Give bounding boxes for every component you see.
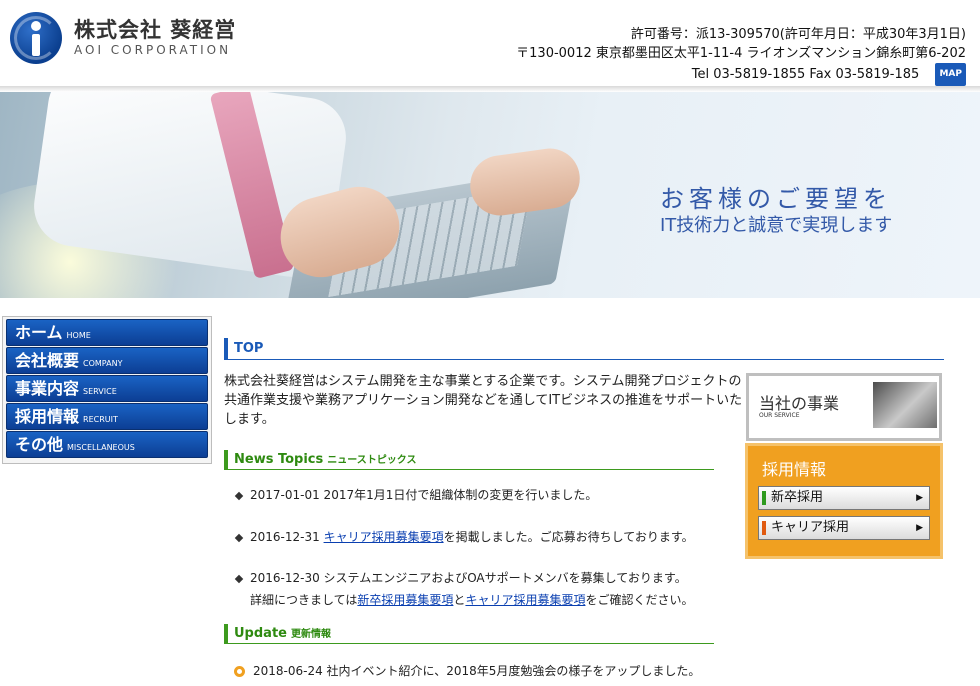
site-header: 株式会社 葵経営 AOI CORPORATION 許可番号：派13-309570… bbox=[0, 0, 980, 88]
career-recruit-link[interactable]: キャリア採用募集要項 bbox=[465, 593, 585, 607]
sidebar-item-label: 事業内容 bbox=[15, 379, 80, 398]
phone-fax: Tel 03-5819-1855 Fax 03-5819-185 MAP bbox=[516, 63, 966, 86]
green-marker-icon bbox=[762, 491, 766, 505]
intro-text: 株式会社葵経営はシステム開発を主な事業とする企業です。システム開発プロジェクトの… bbox=[224, 374, 743, 427]
newgrad-recruit-button[interactable]: 新卒採用 ▶ bbox=[758, 486, 930, 510]
career-recruit-button[interactable]: キャリア採用 ▶ bbox=[758, 516, 930, 540]
sidebar-nav: ホーム HOME 会社概要 COMPANY 事業内容 SERVICE 採用情報 RECR… bbox=[2, 316, 212, 464]
recruit-button-label: キャリア採用 bbox=[771, 520, 850, 535]
update-heading-sub: 更新情報 bbox=[290, 629, 331, 640]
sidebar-item-misc[interactable]: その他 MISCELLANEOUS bbox=[6, 431, 208, 458]
career-recruit-link[interactable]: キャリア採用募集要項 bbox=[324, 530, 444, 544]
sidebar-item-label-en: RECRUIT bbox=[83, 415, 118, 424]
news-text: 詳細につきましては bbox=[250, 593, 358, 607]
company-logo-icon[interactable] bbox=[10, 12, 62, 64]
company-name-en: AOI CORPORATION bbox=[74, 43, 232, 57]
arrow-right-icon: ▶ bbox=[916, 493, 923, 503]
sidebar-item-label: その他 bbox=[15, 435, 64, 454]
license-number: 許可番号：派13-309570(許可年月日：平成30年3月1日) bbox=[630, 27, 966, 42]
map-button[interactable]: MAP bbox=[935, 63, 966, 86]
sidebar-item-service[interactable]: 事業内容 SERVICE bbox=[6, 375, 208, 402]
sidebar-item-label-en: MISCELLANEOUS bbox=[67, 443, 135, 452]
update-heading-label: Update bbox=[234, 626, 287, 641]
news-item: 2017-01-01 2017年1月1日付で組織体制の変更を行いました。 bbox=[234, 484, 598, 506]
news-heading-sub: ニューストピックス bbox=[327, 455, 417, 466]
ring-bullet-icon bbox=[234, 666, 245, 677]
recruit-title: 採用情報 bbox=[762, 460, 827, 479]
news-text: を掲載しました。ご応募お待ちしております。 bbox=[443, 530, 694, 544]
news-text: と bbox=[453, 593, 466, 607]
page-title: TOP bbox=[224, 338, 944, 360]
news-text: をご確認ください。 bbox=[585, 593, 694, 607]
diamond-bullet-icon bbox=[234, 574, 244, 583]
hero-title: お客様のご要望を bbox=[660, 185, 892, 213]
update-item: 2018-06-24 社内イベント紹介に、2018年5月度勉強会の様子をアップし… bbox=[234, 661, 700, 681]
news-item: 2016-12-30 システムエンジニアおよびOAサポートメンバを募集しておりま… bbox=[234, 567, 694, 611]
sidebar-item-label-en: SERVICE bbox=[83, 387, 117, 396]
sidebar-item-home[interactable]: ホーム HOME bbox=[6, 319, 208, 346]
typing-hands-image bbox=[873, 382, 937, 428]
service-label: 当社の事業 bbox=[759, 394, 840, 413]
news-topics-heading: News Topics ニューストピックス bbox=[224, 450, 714, 470]
recruit-panel: 採用情報 新卒採用 ▶ キャリア採用 ▶ bbox=[745, 443, 943, 559]
recruit-button-label: 新卒採用 bbox=[771, 490, 824, 505]
news-text: 2016-12-30 システムエンジニアおよびOAサポートメンバを募集しておりま… bbox=[250, 571, 687, 585]
update-text: 2018-06-24 社内イベント紹介に、2018年5月度勉強会の様子をアップし… bbox=[253, 664, 701, 678]
phone-fax-text: Tel 03-5819-1855 Fax 03-5819-185 bbox=[691, 67, 920, 82]
news-item: 2016-12-31 キャリア採用募集要項を掲載しました。ご応募お待ちしておりま… bbox=[234, 526, 694, 548]
service-label-en: OUR SERVICE bbox=[759, 412, 800, 419]
header-contact-info: 許可番号：派13-309570(許可年月日：平成30年3月1日) 〒130-00… bbox=[516, 25, 966, 86]
company-name: 株式会社 葵経営 bbox=[74, 18, 237, 42]
sidebar-item-label: 会社概要 bbox=[15, 351, 80, 370]
newgrad-recruit-link[interactable]: 新卒採用募集要項 bbox=[357, 593, 453, 607]
company-address: 〒130-0012 東京都墨田区太平1-11-4 ライオンズマンション錦糸町第6… bbox=[516, 46, 966, 61]
orange-marker-icon bbox=[762, 521, 766, 535]
sidebar-item-label-en: COMPANY bbox=[83, 359, 123, 368]
hero-banner: お客様のご要望を IT技術力と誠意で実現します bbox=[0, 92, 980, 298]
sidebar-item-label: 採用情報 bbox=[15, 407, 80, 426]
news-text: 2016-12-31 bbox=[250, 530, 324, 544]
sidebar-item-label: ホーム bbox=[15, 323, 63, 342]
diamond-bullet-icon bbox=[234, 533, 244, 542]
sidebar-item-company[interactable]: 会社概要 COMPANY bbox=[6, 347, 208, 374]
sidebar-item-label-en: HOME bbox=[66, 331, 91, 340]
arrow-right-icon: ▶ bbox=[916, 523, 923, 533]
our-service-banner[interactable]: 当社の事業 OUR SERVICE bbox=[746, 373, 942, 441]
news-heading-label: News Topics bbox=[234, 452, 324, 467]
news-text: 2017-01-01 2017年1月1日付で組織体制の変更を行いました。 bbox=[250, 488, 598, 502]
update-heading: Update 更新情報 bbox=[224, 624, 714, 644]
sidebar-item-recruit[interactable]: 採用情報 RECRUIT bbox=[6, 403, 208, 430]
diamond-bullet-icon bbox=[234, 491, 244, 500]
hero-subtitle: IT技術力と誠意で実現します bbox=[660, 215, 893, 236]
